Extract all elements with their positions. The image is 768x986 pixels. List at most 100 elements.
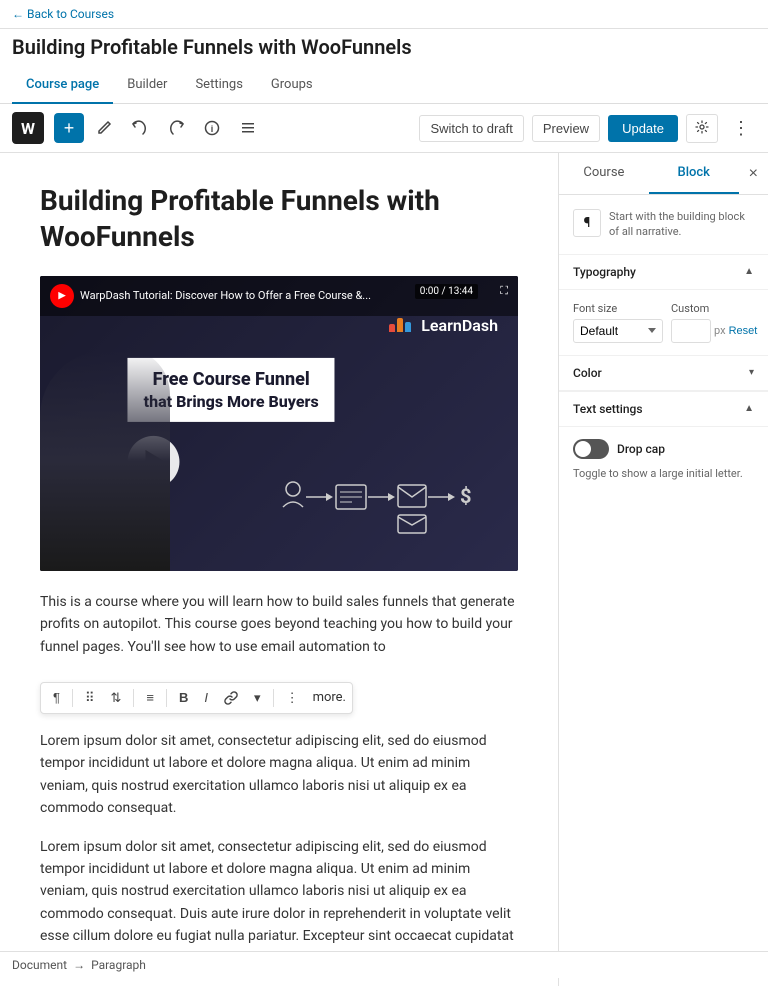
link-icon: [224, 691, 238, 705]
options-inline-button[interactable]: ⋮: [280, 686, 305, 710]
video-bg: ▶ WarpDash Tutorial: Discover How to Off…: [40, 276, 518, 571]
panel-tab-course[interactable]: Course: [559, 153, 649, 194]
custom-font-size-input[interactable]: [671, 319, 711, 343]
undo-icon: [132, 120, 148, 136]
paragraph-block-icon: ¶: [573, 209, 601, 237]
font-size-select[interactable]: Default: [573, 319, 663, 343]
toolbar-left: W + i: [12, 112, 264, 144]
nav-tabs: Course page Builder Settings Groups: [0, 67, 768, 104]
funnel-diagram: $: [278, 477, 498, 541]
panel-close-button[interactable]: ×: [739, 157, 768, 191]
panel-tabs: Course Block: [559, 153, 739, 194]
post-title[interactable]: Building Profitable Funnels with WooFunn…: [40, 183, 518, 256]
paragraph-1: This is a course where you will learn ho…: [40, 591, 518, 658]
color-collapse-icon: ▾: [749, 367, 754, 378]
more-text: more.: [313, 690, 346, 705]
learndash-chart-icon: [389, 318, 411, 332]
bold-button[interactable]: B: [173, 686, 194, 709]
svg-text:$: $: [460, 484, 471, 508]
editor-area: Building Profitable Funnels with WooFunn…: [0, 153, 558, 986]
link-button[interactable]: [218, 687, 244, 709]
undo-button[interactable]: [124, 114, 156, 142]
info-icon: i: [204, 120, 220, 136]
reset-button[interactable]: Reset: [729, 325, 758, 337]
youtube-logo-icon: ▶: [50, 284, 74, 308]
paragraph-3: Lorem ipsum dolor sit amet, consectetur …: [40, 836, 518, 970]
custom-label: Custom: [671, 302, 757, 315]
tab-groups[interactable]: Groups: [257, 67, 327, 104]
info-button[interactable]: i: [196, 114, 228, 142]
font-size-label: Font size: [573, 302, 663, 315]
document-label[interactable]: Document: [12, 958, 67, 972]
toolbar-divider-4: [273, 689, 274, 707]
block-info-text: Start with the building block of all nar…: [609, 209, 754, 240]
text-settings-body: Drop cap Toggle to show a large initial …: [559, 427, 768, 492]
gear-icon: [695, 120, 709, 134]
redo-button[interactable]: [160, 114, 192, 142]
preview-button[interactable]: Preview: [532, 115, 600, 142]
align-button[interactable]: ≡: [140, 686, 160, 709]
paragraph-2: Lorem ipsum dolor sit amet, consectetur …: [40, 730, 518, 820]
editor-toolbar: W + i Switch to draft Preview Update ⋮: [0, 104, 768, 153]
video-embed[interactable]: ▶ WarpDash Tutorial: Discover How to Off…: [40, 276, 518, 571]
toolbar-divider-1: [72, 689, 73, 707]
add-block-button[interactable]: +: [54, 113, 84, 143]
move-up-down-button[interactable]: ⇅: [105, 686, 128, 710]
custom-group: Custom px Reset: [671, 302, 757, 343]
font-unit-label: px: [714, 324, 726, 337]
edit-tool-button[interactable]: [88, 114, 120, 142]
panel-tab-block[interactable]: Block: [649, 153, 739, 194]
toolbar-divider-3: [166, 689, 167, 707]
bottom-bar: Document → Paragraph: [0, 951, 768, 978]
more-inline-button[interactable]: ▾: [248, 686, 267, 710]
paragraph-type-button[interactable]: ¶: [47, 686, 66, 709]
typography-section-header[interactable]: Typography ▲: [559, 255, 768, 290]
toggle-knob: [575, 441, 591, 457]
svg-text:i: i: [211, 124, 214, 134]
wp-logo: W: [12, 112, 44, 144]
tab-builder[interactable]: Builder: [113, 67, 181, 104]
tab-settings[interactable]: Settings: [181, 67, 256, 104]
page-title-top: Building Profitable Funnels with WooFunn…: [0, 29, 768, 67]
toolbar-right: Switch to draft Preview Update ⋮: [419, 114, 756, 143]
update-button[interactable]: Update: [608, 115, 678, 142]
tab-course-page[interactable]: Course page: [12, 67, 113, 104]
pencil-icon: [96, 120, 112, 136]
drop-cap-desc: Toggle to show a large initial letter.: [573, 467, 754, 480]
drag-handle-button[interactable]: ⠿: [79, 686, 101, 710]
drop-cap-toggle[interactable]: [573, 439, 609, 459]
font-size-row: Font size Default Custom px Reset: [573, 302, 754, 343]
text-settings-collapse-icon: ▲: [744, 403, 754, 414]
color-section-header[interactable]: Color ▾: [559, 356, 768, 391]
color-label: Color: [573, 366, 602, 380]
more-options-button[interactable]: ⋮: [726, 114, 756, 143]
back-link[interactable]: ← Back to Courses: [12, 7, 114, 21]
drop-cap-row: Drop cap: [573, 439, 754, 459]
bottom-arrow: →: [73, 958, 85, 972]
paragraph-label[interactable]: Paragraph: [91, 958, 146, 972]
redo-icon: [168, 120, 184, 136]
learndash-logo: LearnDash: [389, 316, 498, 335]
video-fullscreen-icon: ⛶: [500, 284, 508, 298]
block-info: ¶ Start with the building block of all n…: [559, 195, 768, 255]
italic-button[interactable]: I: [198, 686, 214, 709]
panel-header: Course Block ×: [559, 153, 768, 195]
text-settings-label: Text settings: [573, 402, 643, 416]
typography-label: Typography: [573, 265, 636, 279]
block-info-desc: Start with the building block of all nar…: [609, 209, 754, 240]
main-layout: Building Profitable Funnels with WooFunn…: [0, 153, 768, 986]
top-bar: ← Back to Courses: [0, 0, 768, 29]
typography-collapse-icon: ▲: [744, 266, 754, 277]
settings-button[interactable]: [686, 114, 718, 143]
inline-toolbar: ¶ ⠿ ⇅ ≡ B I ▾ ⋮ more.: [40, 682, 353, 714]
person-silhouette: [40, 351, 170, 571]
switch-to-draft-button[interactable]: Switch to draft: [419, 115, 523, 142]
font-size-group: Font size Default: [573, 302, 663, 343]
typography-section-body: Font size Default Custom px Reset: [559, 290, 768, 355]
list-view-button[interactable]: [232, 114, 264, 142]
right-panel: Course Block × ¶ Start with the building…: [558, 153, 768, 986]
text-settings-section-header[interactable]: Text settings ▲: [559, 392, 768, 427]
list-view-icon: [240, 120, 256, 136]
video-timer: 0:00 / 13:44: [415, 284, 478, 299]
toolbar-divider-2: [133, 689, 134, 707]
